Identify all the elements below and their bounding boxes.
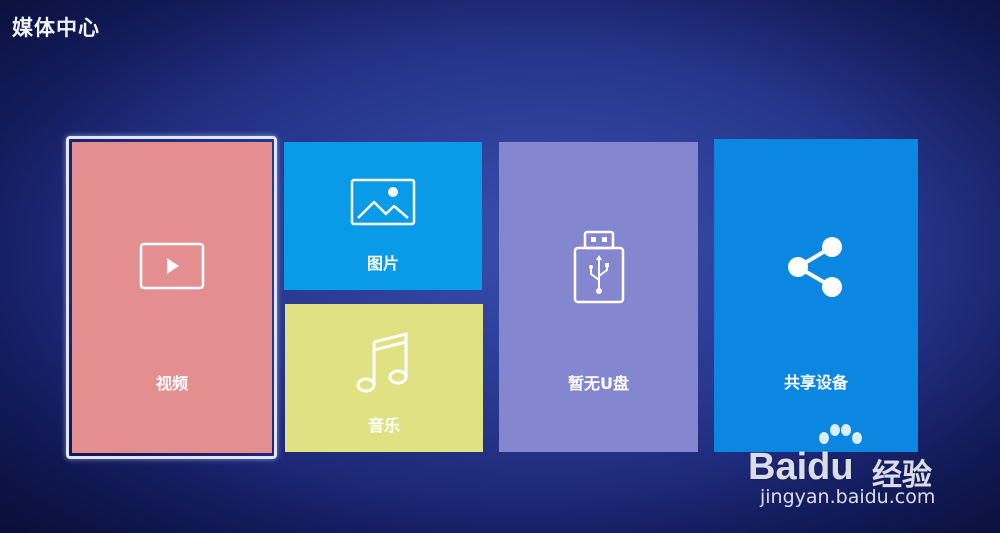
image-icon [350,178,416,230]
share-label: 共享设备 [783,373,848,392]
pictures-label: 图片 [366,254,399,273]
video-label: 视频 [155,374,188,393]
watermark-url: jingyan.baidu.com [760,486,936,508]
play-icon [139,242,205,294]
pictures-tile[interactable]: 图片 [284,142,482,290]
watermark-logo: Baidu [748,446,854,488]
music-tile[interactable]: 音乐 [285,304,483,452]
music-label: 音乐 [367,416,400,435]
music-note-icon [354,330,414,398]
video-tile[interactable]: 视频 [72,142,272,453]
usb-label: 暂无U盘 [568,374,629,393]
share-icon [784,235,848,303]
usb-tile[interactable]: 暂无U盘 [499,142,698,452]
baidu-watermark: Baidu 经验 jingyan.baidu.com [748,424,948,518]
share-tile[interactable]: 共享设备 [714,139,918,452]
usb-icon [571,230,627,308]
page-title: 媒体中心 [12,16,100,40]
